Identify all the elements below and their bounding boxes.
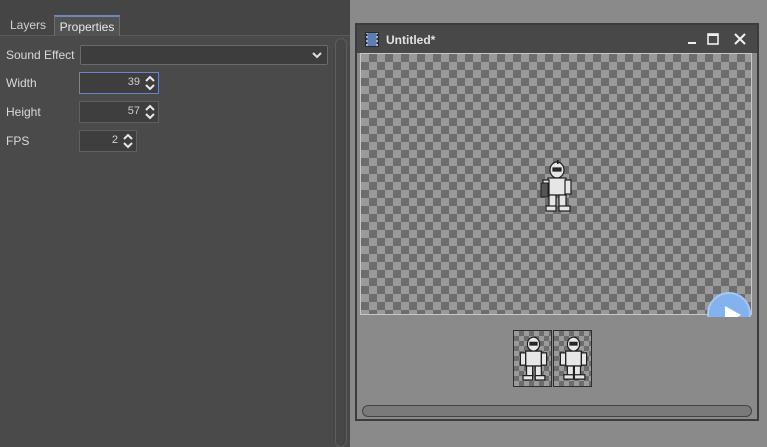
frame-thumbnail[interactable] — [513, 330, 552, 387]
fps-label: FPS — [6, 134, 30, 148]
fps-value: 2 — [111, 134, 118, 146]
spin-arrows-icon[interactable] — [144, 104, 156, 120]
width-spinbox[interactable]: 39 — [79, 72, 159, 94]
spin-arrows-icon[interactable] — [144, 75, 156, 91]
film-icon — [365, 32, 379, 47]
properties-panel: Layers Properties Sound Effect Width 39 … — [0, 0, 350, 447]
window-title: Untitled* — [386, 33, 436, 47]
frame-strip — [360, 317, 752, 405]
knight-sprite — [559, 336, 588, 380]
preview-canvas[interactable] — [360, 53, 752, 336]
maximize-icon[interactable] — [706, 32, 720, 46]
close-icon[interactable] — [733, 32, 747, 46]
height-spinbox[interactable]: 57 — [79, 101, 159, 123]
fps-spinbox[interactable]: 2 — [79, 130, 137, 152]
animation-preview-window: Untitled* — [355, 23, 759, 421]
chevron-down-icon — [312, 52, 322, 59]
width-label: Width — [6, 76, 37, 90]
sound-effect-label: Sound Effect — [6, 48, 75, 62]
tab-properties[interactable]: Properties — [54, 15, 120, 36]
knight-sprite — [519, 336, 548, 381]
width-value: 39 — [127, 76, 140, 88]
spin-arrows-icon[interactable] — [122, 133, 134, 149]
tab-layers[interactable]: Layers — [4, 15, 52, 36]
height-value: 57 — [127, 105, 140, 117]
tab-strip: Layers Properties — [0, 0, 350, 36]
height-label: Height — [6, 105, 41, 119]
knight-sprite — [540, 160, 572, 212]
sound-effect-select[interactable] — [80, 45, 328, 65]
panel-scrollbar[interactable] — [335, 38, 347, 447]
title-bar[interactable]: Untitled* — [357, 25, 757, 53]
minimize-icon[interactable] — [685, 32, 699, 46]
frame-strip-scrollbar[interactable] — [362, 405, 752, 417]
frame-thumbnail[interactable] — [553, 330, 592, 387]
